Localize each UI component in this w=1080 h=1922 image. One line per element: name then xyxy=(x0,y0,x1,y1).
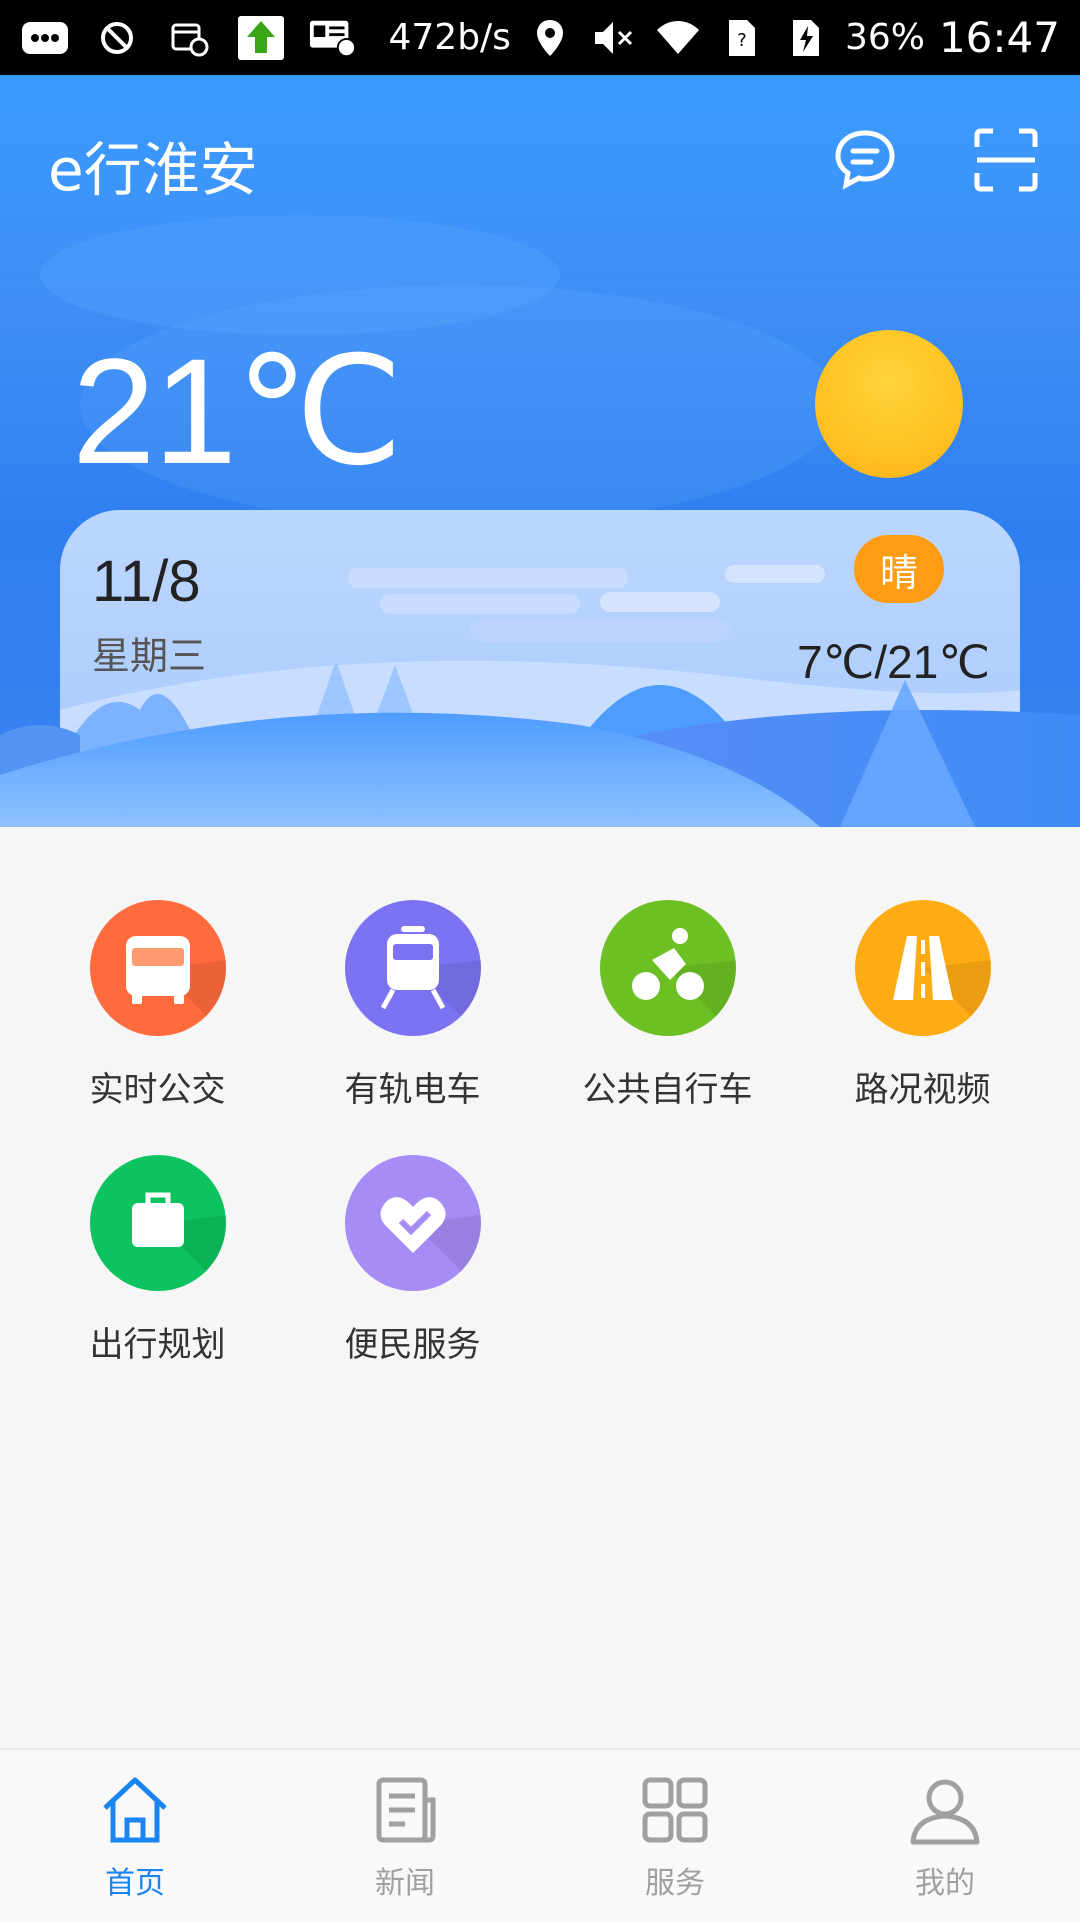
svg-text:?: ? xyxy=(737,30,747,51)
wifi-icon xyxy=(653,18,703,58)
user-icon xyxy=(905,1770,985,1850)
grid-icon xyxy=(635,1770,715,1850)
nav-home[interactable]: 首页 xyxy=(0,1750,270,1922)
more-dots-icon xyxy=(20,18,70,58)
service-label: 便民服务 xyxy=(344,1325,481,1365)
service-realtime-bus[interactable]: 实时公交 xyxy=(30,900,285,1140)
heart-icon xyxy=(344,1155,481,1291)
nav-label: 新闻 xyxy=(375,1866,435,1901)
news-icon xyxy=(365,1770,445,1850)
service-label: 实时公交 xyxy=(89,1070,226,1110)
service-convenience[interactable]: 便民服务 xyxy=(285,1155,540,1395)
service-label: 有轨电车 xyxy=(344,1070,481,1110)
bicycle-icon xyxy=(599,900,736,1036)
service-label: 路况视频 xyxy=(854,1070,991,1110)
foreground-hills xyxy=(0,680,1080,827)
bus-icon xyxy=(89,900,226,1036)
mute-icon xyxy=(589,18,639,58)
service-label: 公共自行车 xyxy=(582,1070,753,1110)
nav-label: 首页 xyxy=(105,1866,165,1901)
nav-profile[interactable]: 我的 xyxy=(810,1750,1080,1922)
block-icon xyxy=(92,18,142,58)
service-label: 出行规划 xyxy=(89,1325,226,1365)
nav-news[interactable]: 新闻 xyxy=(270,1750,540,1922)
network-speed: 472b/s xyxy=(388,17,511,58)
nav-label: 我的 xyxy=(915,1866,975,1901)
road-icon xyxy=(854,900,991,1036)
tram-icon xyxy=(344,900,481,1036)
service-tram[interactable]: 有轨电车 xyxy=(285,900,540,1140)
service-trip-planning[interactable]: 出行规划 xyxy=(30,1155,285,1395)
calendar-clock-icon xyxy=(164,18,214,58)
sim-unknown-icon: ? xyxy=(717,18,767,58)
suitcase-icon xyxy=(89,1155,226,1291)
bottom-navigation: 首页 新闻 服务 我的 xyxy=(0,1748,1080,1922)
upload-icon xyxy=(236,15,286,60)
battery-percent: 36% xyxy=(844,17,925,58)
home-icon xyxy=(95,1770,175,1850)
sim-charging-icon xyxy=(781,18,831,58)
nav-services[interactable]: 服务 xyxy=(540,1750,810,1922)
ip-card-icon xyxy=(308,18,358,58)
weather-hero: e行淮安 21℃ 11/8 星期三 晴 7℃/21℃ xyxy=(0,75,1080,827)
service-road-video[interactable]: 路况视频 xyxy=(795,900,1050,1140)
location-icon xyxy=(525,18,575,58)
nav-label: 服务 xyxy=(645,1866,705,1901)
service-public-bicycle[interactable]: 公共自行车 xyxy=(540,900,795,1140)
clock: 16:47 xyxy=(938,13,1060,62)
status-bar: 472b/s ? 36% 16:47 xyxy=(0,0,1080,75)
